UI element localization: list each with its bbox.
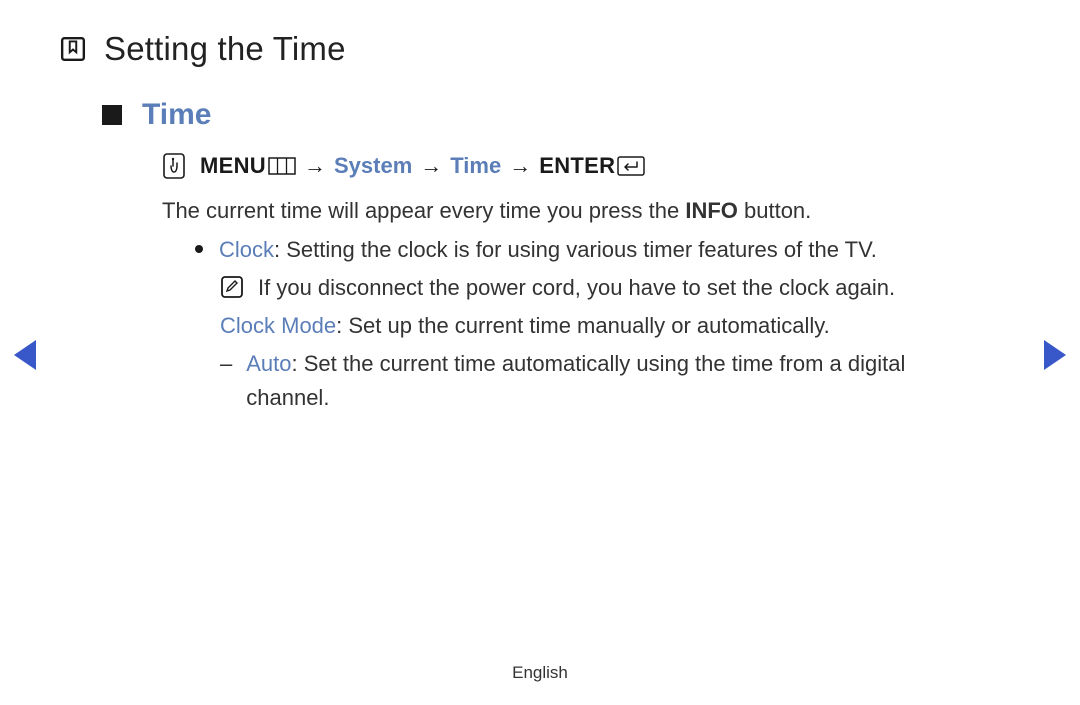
breadcrumb: MENU → System → Time → ENTER <box>162 152 1020 180</box>
menu-grid-icon <box>268 157 296 175</box>
footer-language: English <box>512 663 568 683</box>
breadcrumb-menu: MENU <box>200 153 266 179</box>
auto-row: – Auto: Set the current time automatical… <box>220 347 1020 415</box>
clock-term: Clock <box>219 237 274 262</box>
intro-prefix: The current time will appear every time … <box>162 198 685 223</box>
nav-prev-arrow[interactable] <box>14 340 36 370</box>
auto-content: Auto: Set the current time automatically… <box>246 347 1020 415</box>
section-title: Time <box>142 98 211 132</box>
clock-content: Clock: Setting the clock is for using va… <box>219 233 1020 267</box>
auto-text: : Set the current time automatically usi… <box>246 351 905 410</box>
clock-mode-term: Clock Mode <box>220 313 336 338</box>
page-title: Setting the Time <box>104 30 346 68</box>
breadcrumb-enter: ENTER <box>539 153 615 179</box>
dash-mark: – <box>220 347 232 415</box>
intro-text: The current time will appear every time … <box>162 194 1020 227</box>
clock-bullet-row: Clock: Setting the clock is for using va… <box>195 233 1020 267</box>
breadcrumb-time: Time <box>450 153 501 179</box>
nav-next-arrow[interactable] <box>1044 340 1066 370</box>
page-title-row: Setting the Time <box>60 30 1020 68</box>
breadcrumb-arrow-2: → <box>420 153 442 179</box>
hand-pointer-icon <box>162 152 186 180</box>
intro-bold: INFO <box>685 198 738 223</box>
section-row: Time <box>102 98 1020 132</box>
enter-icon <box>617 156 645 176</box>
bookmark-icon <box>60 36 86 62</box>
breadcrumb-arrow-3: → <box>509 153 531 179</box>
clock-mode-row: Clock Mode: Set up the current time manu… <box>220 309 1020 343</box>
note-pencil-icon <box>220 275 244 299</box>
breadcrumb-arrow-1: → <box>304 153 326 179</box>
clock-mode-text: : Set up the current time manually or au… <box>336 313 830 338</box>
clock-text: : Setting the clock is for using various… <box>274 237 877 262</box>
breadcrumb-system: System <box>334 153 412 179</box>
bullet-dot-icon <box>195 245 203 253</box>
square-bullet-icon <box>102 105 122 125</box>
auto-term: Auto <box>246 351 291 376</box>
clock-note-row: If you disconnect the power cord, you ha… <box>220 271 1020 305</box>
clock-note-text: If you disconnect the power cord, you ha… <box>258 271 895 305</box>
intro-suffix: button. <box>738 198 811 223</box>
